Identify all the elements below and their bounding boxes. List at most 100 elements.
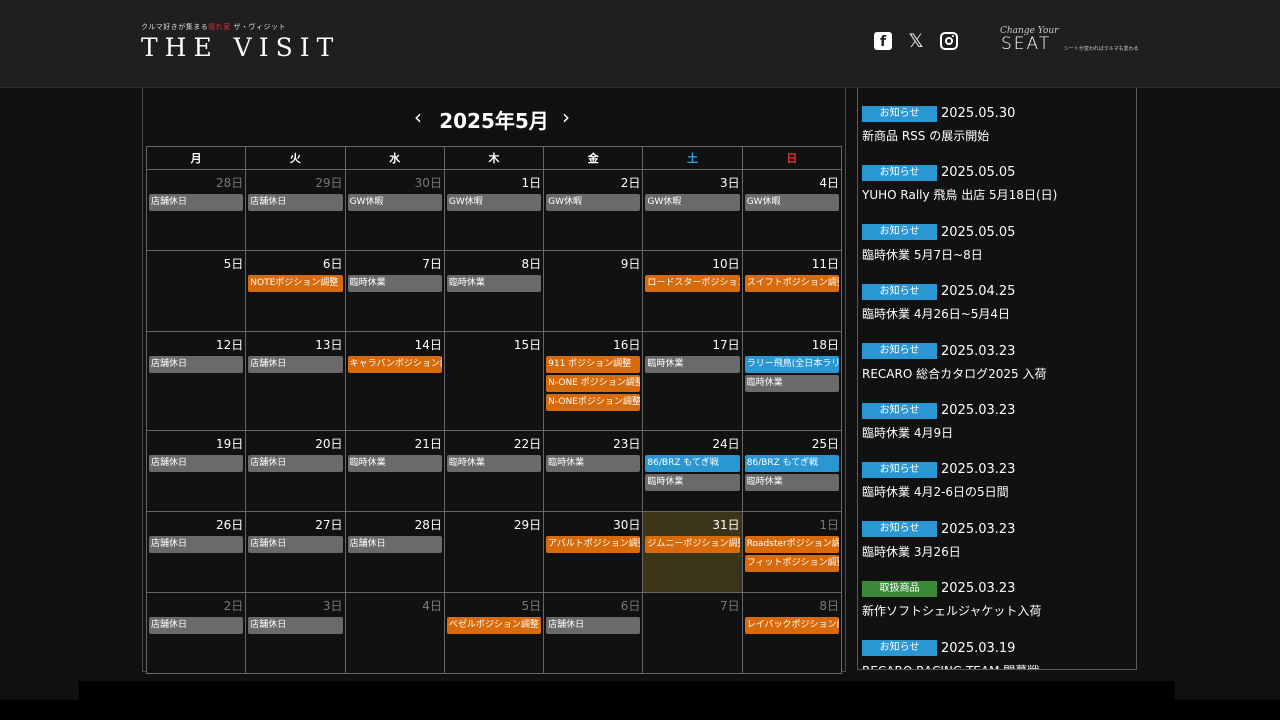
calendar-event[interactable]: フィットポジション調整 (744, 555, 839, 572)
calendar-day-cell[interactable]: 28日 店舗休日 (344, 511, 445, 593)
calendar-day-cell[interactable]: 29日 (443, 511, 545, 593)
calendar-day-cell[interactable]: 4日 (344, 592, 445, 674)
calendar-event[interactable]: 86/BRZ もてぎ戦 (744, 455, 839, 472)
news-item[interactable]: お知らせ 2025.03.23 臨時休業 3月26日 (862, 519, 1132, 560)
calendar-event[interactable]: 911 ポジション調整 (546, 356, 641, 373)
seat-logo[interactable]: Change Your SEAT シートが変わればクルマも変わる (998, 26, 1139, 56)
news-title[interactable]: 新商品 RSS の展示開始 (862, 127, 1132, 144)
calendar-event[interactable]: 店舗休日 (149, 617, 244, 634)
calendar-event[interactable]: GW休暇 (347, 194, 442, 211)
news-item[interactable]: お知らせ 2025.04.25 臨時休業 4月26日~5月4日 (862, 281, 1132, 322)
calendar-event[interactable]: Roadsterポジション調整 (744, 536, 839, 553)
calendar-day-cell[interactable]: 5日 (145, 250, 247, 332)
calendar-day-cell[interactable]: 2日 店舗休日 (145, 592, 247, 674)
calendar-day-cell[interactable]: 4日 GW休暇 (741, 169, 843, 251)
calendar-event[interactable]: 臨時休業 (645, 356, 740, 373)
calendar-day-cell[interactable]: 26日 店舗休日 (145, 511, 247, 593)
calendar-day-cell[interactable]: 30日 GW休暇 (344, 169, 445, 251)
calendar-day-cell[interactable]: 2日 GW休暇 (543, 169, 644, 251)
news-item[interactable]: お知らせ 2025.05.30 新商品 RSS の展示開始 (862, 103, 1132, 144)
calendar-event[interactable]: アバルトポジション調整 (546, 536, 641, 553)
news-item[interactable]: 取扱商品 2025.03.23 新作ソフトシェルジャケット入荷 (862, 578, 1132, 619)
calendar-event[interactable]: 店舗休日 (248, 617, 343, 634)
calendar-day-cell[interactable]: 28日 店舗休日 (145, 169, 247, 251)
news-title[interactable]: 臨時休業 3月26日 (862, 543, 1132, 560)
calendar-day-cell[interactable]: 1日 GW休暇 (443, 169, 545, 251)
calendar-day-cell[interactable]: 24日 86/BRZ もてぎ戦 臨時休業 (642, 430, 743, 512)
calendar-event[interactable]: 店舗休日 (546, 617, 641, 634)
news-item[interactable]: お知らせ 2025.03.23 臨時休業 4月9日 (862, 400, 1132, 441)
next-month-button[interactable]: › (562, 105, 570, 129)
calendar-day-cell[interactable]: 8日 臨時休業 (443, 250, 545, 332)
news-title[interactable]: 臨時休業 5月7日~8日 (862, 246, 1132, 263)
calendar-day-cell[interactable]: 18日 ラリー飛鳥(全日本ラリー 臨時休業 (741, 331, 843, 431)
calendar-event[interactable]: 臨時休業 (347, 455, 442, 472)
news-title[interactable]: 臨時休業 4月26日~5月4日 (862, 305, 1132, 322)
calendar-event[interactable]: ロードスターポジション調整 (645, 275, 740, 292)
calendar-event[interactable]: 臨時休業 (744, 375, 839, 392)
news-title[interactable]: YUHO Rally 飛鳥 出店 5月18日(日) (862, 186, 1132, 203)
calendar-day-cell[interactable]: 17日 臨時休業 (642, 331, 743, 431)
news-item[interactable]: お知らせ 2025.05.05 臨時休業 5月7日~8日 (862, 222, 1132, 263)
calendar-event[interactable]: 店舗休日 (248, 536, 343, 553)
calendar-event[interactable]: 店舗休日 (347, 536, 442, 553)
calendar-event[interactable]: 店舗休日 (248, 194, 343, 211)
calendar-event[interactable]: 臨時休業 (744, 474, 839, 491)
calendar-day-cell[interactable]: 14日キャラバンポジション調整 (344, 331, 445, 431)
calendar-event[interactable]: GW休暇 (645, 194, 740, 211)
calendar-event[interactable]: 86/BRZ もてぎ戦 (645, 455, 740, 472)
calendar-day-cell[interactable]: 6日 店舗休日 (543, 592, 644, 674)
calendar-event[interactable]: ラリー飛鳥(全日本ラリー (744, 356, 839, 373)
calendar-event[interactable]: 臨時休業 (546, 455, 641, 472)
calendar-day-cell[interactable]: 11日 スイフトポジション調整 (741, 250, 843, 332)
news-title[interactable]: 臨時休業 4月2-6日の5日間 (862, 483, 1132, 500)
news-title[interactable]: 新作ソフトシェルジャケット入荷 (862, 602, 1132, 619)
calendar-event[interactable]: 店舗休日 (248, 356, 343, 373)
calendar-event[interactable]: キャラバンポジション調整 (347, 356, 442, 373)
calendar-day-cell[interactable]: 31日 ジムニーポジション調整 (642, 511, 743, 593)
news-title[interactable]: 臨時休業 4月9日 (862, 424, 1132, 441)
calendar-event[interactable]: N-ONE ポジション調整 (546, 375, 641, 392)
x-icon[interactable]: 𝕏 (906, 32, 926, 52)
calendar-day-cell[interactable]: 21日 臨時休業 (344, 430, 445, 512)
calendar-event[interactable]: ベゼルポジション調整 (446, 617, 542, 634)
news-title[interactable]: RECARO 総合カタログ2025 入荷 (862, 365, 1132, 382)
calendar-day-cell[interactable]: 6日 NOTEポジション調整 (245, 250, 346, 332)
calendar-event[interactable]: GW休暇 (546, 194, 641, 211)
calendar-day-cell[interactable]: 29日 店舗休日 (245, 169, 346, 251)
calendar-event[interactable]: 臨時休業 (446, 455, 542, 472)
calendar-day-cell[interactable]: 9日 (543, 250, 644, 332)
calendar-event[interactable]: 臨時休業 (446, 275, 542, 292)
calendar-event[interactable]: 臨時休業 (645, 474, 740, 491)
news-item[interactable]: お知らせ2025.03.19 RECARO RACING TEAM 開幕戦 (862, 638, 1132, 669)
calendar-day-cell[interactable]: 22日 臨時休業 (443, 430, 545, 512)
facebook-icon[interactable]: f (874, 32, 892, 50)
calendar-day-cell[interactable]: 7日 (642, 592, 743, 674)
calendar-day-cell[interactable]: 10日ロードスターポジション調整 (642, 250, 743, 332)
calendar-day-cell[interactable]: 19日 店舗休日 (145, 430, 247, 512)
calendar-day-cell[interactable]: 15日 (443, 331, 545, 431)
news-title[interactable]: RECARO RACING TEAM 開幕戦 (862, 662, 1132, 669)
calendar-day-cell[interactable]: 12日 店舗休日 (145, 331, 247, 431)
calendar-event[interactable]: 店舗休日 (248, 455, 343, 472)
news-item[interactable]: お知らせ 2025.03.23 RECARO 総合カタログ2025 入荷 (862, 341, 1132, 382)
calendar-day-cell[interactable]: 13日 店舗休日 (245, 331, 346, 431)
calendar-day-cell[interactable]: 3日 店舗休日 (245, 592, 346, 674)
calendar-event[interactable]: レイバックポジション調整 (744, 617, 839, 634)
calendar-day-cell[interactable]: 7日 臨時休業 (344, 250, 445, 332)
calendar-day-cell[interactable]: 8日レイバックポジション調整 (741, 592, 843, 674)
calendar-day-cell[interactable]: 1日 Roadsterポジション調整フィットポジション調整 (741, 511, 843, 593)
calendar-day-cell[interactable]: 27日 店舗休日 (245, 511, 346, 593)
calendar-event[interactable]: 店舗休日 (149, 536, 244, 553)
calendar-event[interactable]: 店舗休日 (149, 455, 244, 472)
calendar-event[interactable]: GW休暇 (744, 194, 839, 211)
calendar-day-cell[interactable]: 16日 911 ポジション調整 N-ONE ポジション調整 N-ONEポジション調整 (543, 331, 644, 431)
calendar-day-cell[interactable]: 3日 GW休暇 (642, 169, 743, 251)
calendar-event[interactable]: GW休暇 (446, 194, 542, 211)
news-item[interactable]: お知らせ 2025.03.23 臨時休業 4月2-6日の5日間 (862, 459, 1132, 500)
calendar-day-cell[interactable]: 30日 アバルトポジション調整 (543, 511, 644, 593)
calendar-event[interactable]: 店舗休日 (149, 356, 244, 373)
calendar-event[interactable]: N-ONEポジション調整 (546, 394, 641, 411)
calendar-day-cell[interactable]: 25日 86/BRZ もてぎ戦 臨時休業 (741, 430, 843, 512)
calendar-event[interactable]: ジムニーポジション調整 (645, 536, 740, 553)
